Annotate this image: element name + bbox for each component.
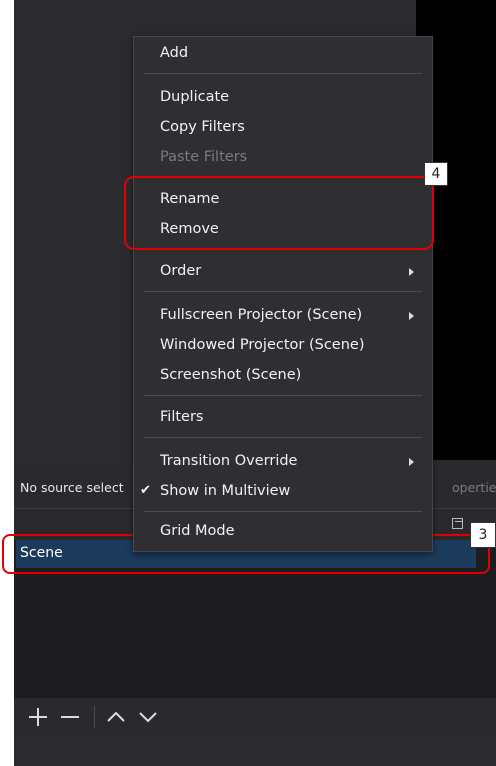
menu-separator (144, 73, 422, 74)
menu-item-transition-override[interactable]: Transition Override (160, 453, 297, 469)
menu-item-screenshot[interactable]: Screenshot (Scene) (160, 367, 301, 383)
menu-item-fullscreen-projector[interactable]: Fullscreen Projector (Scene) (160, 307, 362, 323)
highlight-box-rename-remove (124, 176, 434, 250)
submenu-arrow-icon (409, 268, 414, 276)
menu-separator (144, 511, 422, 512)
remove-icon[interactable] (60, 707, 80, 727)
scene-toolbar (14, 698, 496, 736)
move-up-icon[interactable] (106, 707, 126, 727)
annotation-badge-3: 3 (470, 522, 496, 548)
dock-float-icon[interactable] (452, 518, 463, 529)
no-source-selected-label: No source select (20, 480, 124, 495)
submenu-arrow-icon (409, 458, 414, 466)
menu-item-show-in-multiview[interactable]: Show in Multiview (160, 483, 290, 499)
menu-separator (144, 395, 422, 396)
context-menu: Add Duplicate Copy Filters Paste Filters… (133, 36, 433, 552)
menu-item-add[interactable]: Add (160, 45, 188, 61)
menu-item-grid-mode[interactable]: Grid Mode (160, 523, 235, 539)
submenu-arrow-icon (409, 312, 414, 320)
toolbar-divider (94, 706, 95, 728)
menu-item-windowed-projector[interactable]: Windowed Projector (Scene) (160, 337, 364, 353)
menu-separator (144, 437, 422, 438)
annotation-badge-4: 4 (424, 162, 448, 186)
menu-separator (144, 291, 422, 292)
checkmark-icon: ✔ (140, 483, 151, 498)
move-down-icon[interactable] (138, 707, 158, 727)
menu-item-paste-filters: Paste Filters (160, 149, 248, 165)
menu-item-duplicate[interactable]: Duplicate (160, 89, 229, 105)
menu-item-order[interactable]: Order (160, 263, 201, 279)
window-bottom (14, 736, 496, 766)
add-icon[interactable] (28, 707, 48, 727)
properties-button[interactable]: operties (452, 480, 496, 495)
menu-item-copy-filters[interactable]: Copy Filters (160, 119, 245, 135)
menu-item-filters[interactable]: Filters (160, 409, 203, 425)
